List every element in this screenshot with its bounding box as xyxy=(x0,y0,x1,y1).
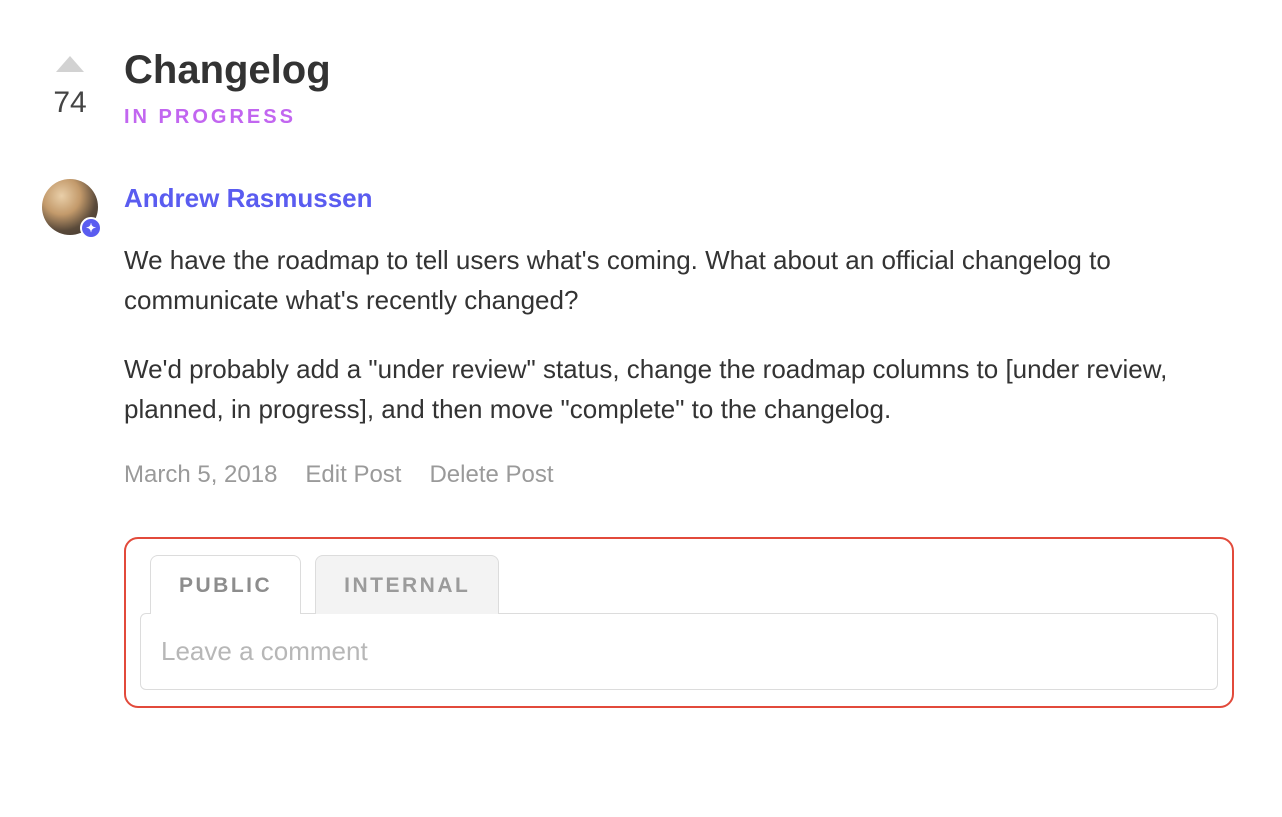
tab-public[interactable]: PUBLIC xyxy=(150,555,301,614)
tab-internal[interactable]: INTERNAL xyxy=(315,555,499,614)
reply-field xyxy=(140,613,1218,690)
comment: ✦ Andrew Rasmussen We have the roadmap t… xyxy=(40,179,1234,489)
status-badge: IN PROGRESS xyxy=(124,106,1234,129)
avatar-column: ✦ xyxy=(40,179,100,235)
delete-post-link[interactable]: Delete Post xyxy=(429,461,553,489)
reply-tabs: PUBLIC INTERNAL xyxy=(140,555,1218,614)
comment-input[interactable] xyxy=(161,636,1197,667)
reply-box: PUBLIC INTERNAL xyxy=(124,537,1234,708)
avatar[interactable]: ✦ xyxy=(42,179,98,235)
post-title: Changelog xyxy=(124,48,1234,92)
comment-paragraph: We have the roadmap to tell users what's… xyxy=(124,240,1234,321)
comment-paragraph: We'd probably add a "under review" statu… xyxy=(124,349,1234,430)
comment-date: March 5, 2018 xyxy=(124,461,277,489)
upvote-icon[interactable] xyxy=(56,56,84,72)
edit-post-link[interactable]: Edit Post xyxy=(305,461,401,489)
admin-badge-icon: ✦ xyxy=(80,217,102,239)
comment-body: Andrew Rasmussen We have the roadmap to … xyxy=(124,179,1234,489)
post-content: Changelog IN PROGRESS xyxy=(124,42,1234,129)
vote-column: 74 xyxy=(40,42,100,120)
vote-count: 74 xyxy=(53,86,86,120)
comment-author[interactable]: Andrew Rasmussen xyxy=(124,183,1234,214)
post: 74 Changelog IN PROGRESS xyxy=(40,42,1234,129)
comment-meta: March 5, 2018 Edit Post Delete Post xyxy=(124,461,1234,489)
